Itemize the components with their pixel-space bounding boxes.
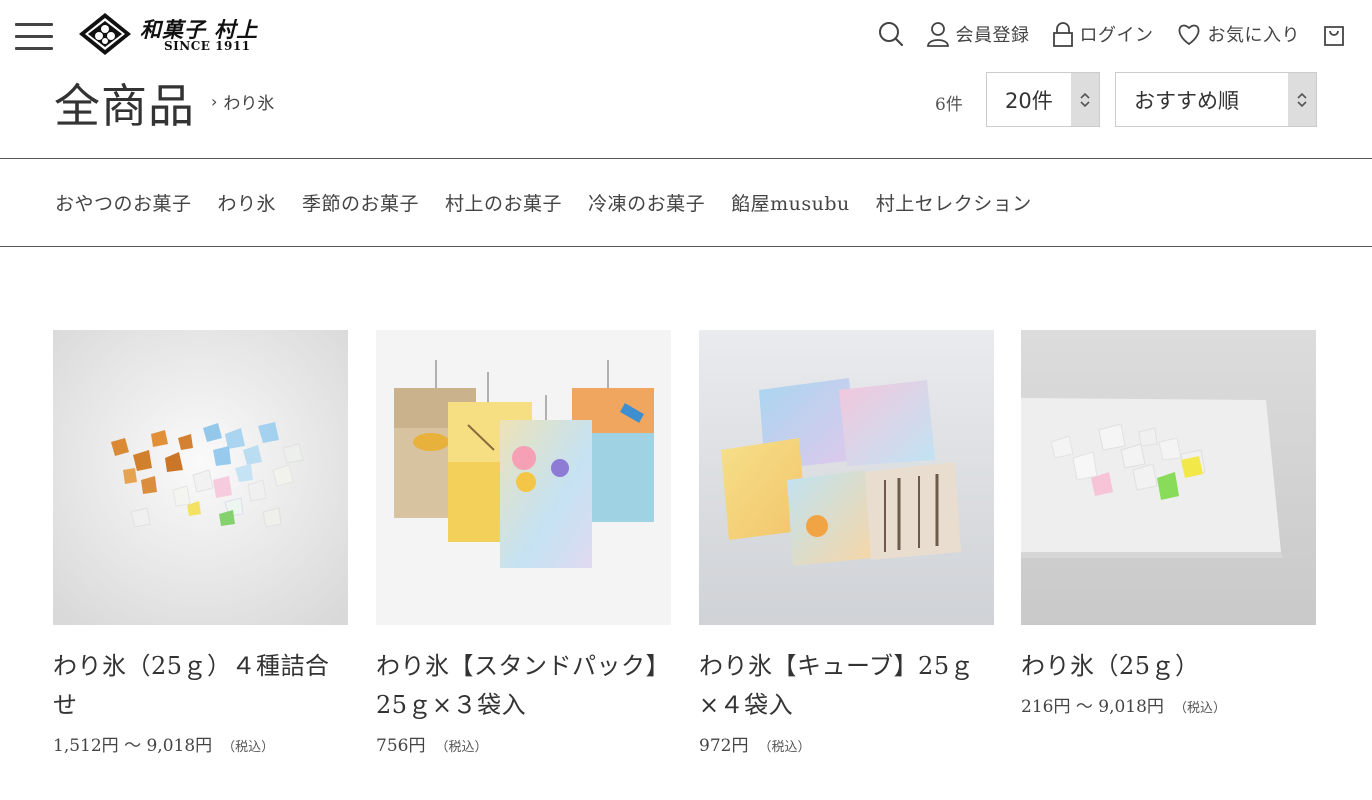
category-nav: おやつのお菓子 わり氷 季節のお菓子 村上のお菓子 冷凍のお菓子 餡屋musub… xyxy=(55,189,1058,216)
divider xyxy=(0,246,1372,247)
login-label: ログイン xyxy=(1079,25,1154,46)
select-arrows-icon xyxy=(1071,73,1099,126)
product-name[interactable]: わり氷（25ｇ） xyxy=(1021,647,1316,686)
price-value: 972円 xyxy=(699,736,749,756)
tax-label: （税込） xyxy=(758,740,811,755)
per-page-value: 20件 xyxy=(1005,88,1053,113)
product-card[interactable]: わり氷【キューブ】25ｇ×４袋入 972円 （税込） xyxy=(699,330,994,756)
menu-icon[interactable] xyxy=(15,20,53,50)
product-card[interactable]: わり氷（25ｇ） 216円 〜 9,018円 （税込） xyxy=(1021,330,1316,717)
sort-select[interactable]: おすすめ順 xyxy=(1115,72,1317,127)
divider xyxy=(0,158,1372,159)
tax-label: （税込） xyxy=(222,740,275,755)
per-page-select[interactable]: 20件 xyxy=(986,72,1100,127)
category-item[interactable]: 冷凍のお菓子 xyxy=(588,189,705,216)
cart-button[interactable] xyxy=(1322,21,1346,47)
tax-label: （税込） xyxy=(435,740,488,755)
site-header: 和菓子 村上 SINCE 1911 会員登録 ログイン お気に入り xyxy=(0,0,1372,70)
category-item[interactable]: わり氷 xyxy=(218,189,277,216)
logo-crest-icon xyxy=(79,13,131,55)
result-count: 6件 xyxy=(935,95,963,115)
site-logo[interactable]: 和菓子 村上 SINCE 1911 xyxy=(78,12,288,56)
price-value: 216円 〜 9,018円 xyxy=(1021,697,1164,717)
breadcrumb: › わり氷 xyxy=(211,89,274,114)
product-image[interactable] xyxy=(376,330,671,625)
product-image[interactable] xyxy=(699,330,994,625)
product-price: 756円 （税込） xyxy=(376,731,671,756)
product-price: 1,512円 〜 9,018円 （税込） xyxy=(53,731,348,756)
product-name[interactable]: わり氷（25ｇ）４種詰合せ xyxy=(53,647,348,725)
login-link[interactable]: ログイン xyxy=(1052,21,1154,47)
select-arrows-icon xyxy=(1288,73,1316,126)
product-image[interactable] xyxy=(1021,330,1316,625)
price-value: 756円 xyxy=(376,736,426,756)
sort-value: おすすめ順 xyxy=(1134,88,1239,113)
product-name[interactable]: わり氷【スタンドパック】25ｇ×３袋入 xyxy=(376,647,671,725)
logo-since: SINCE 1911 xyxy=(164,39,251,53)
category-item[interactable]: 餡屋musubu xyxy=(731,189,850,216)
category-item[interactable]: 村上のお菓子 xyxy=(445,189,562,216)
lock-icon xyxy=(1052,22,1073,47)
header-nav: 会員登録 ログイン お気に入り xyxy=(878,16,1347,52)
product-name[interactable]: わり氷【キューブ】25ｇ×４袋入 xyxy=(699,647,994,725)
register-label: 会員登録 xyxy=(955,25,1030,46)
search-icon xyxy=(878,22,903,47)
product-image[interactable] xyxy=(53,330,348,625)
product-card[interactable]: わり氷（25ｇ）４種詰合せ 1,512円 〜 9,018円 （税込） xyxy=(53,330,348,756)
product-price: 216円 〜 9,018円 （税込） xyxy=(1021,692,1316,717)
tax-label: （税込） xyxy=(1173,701,1226,716)
favorites-label: お気に入り xyxy=(1207,25,1300,46)
breadcrumb-separator: › xyxy=(211,92,218,111)
search-button[interactable] xyxy=(878,21,904,47)
category-item[interactable]: おやつのお菓子 xyxy=(55,189,192,216)
page-title: 全商品 xyxy=(54,79,195,133)
user-icon xyxy=(926,22,949,47)
heart-icon xyxy=(1178,24,1199,46)
favorites-link[interactable]: お気に入り xyxy=(1176,21,1301,47)
price-value: 1,512円 〜 9,018円 xyxy=(53,736,213,756)
register-link[interactable]: 会員登録 xyxy=(926,21,1030,47)
cart-icon xyxy=(1324,26,1344,46)
breadcrumb-current[interactable]: わり氷 xyxy=(223,89,274,114)
product-card[interactable]: わり氷【スタンドパック】25ｇ×３袋入 756円 （税込） xyxy=(376,330,671,756)
product-price: 972円 （税込） xyxy=(699,731,994,756)
category-item[interactable]: 季節のお菓子 xyxy=(302,189,419,216)
category-item[interactable]: 村上セレクション xyxy=(876,189,1032,216)
